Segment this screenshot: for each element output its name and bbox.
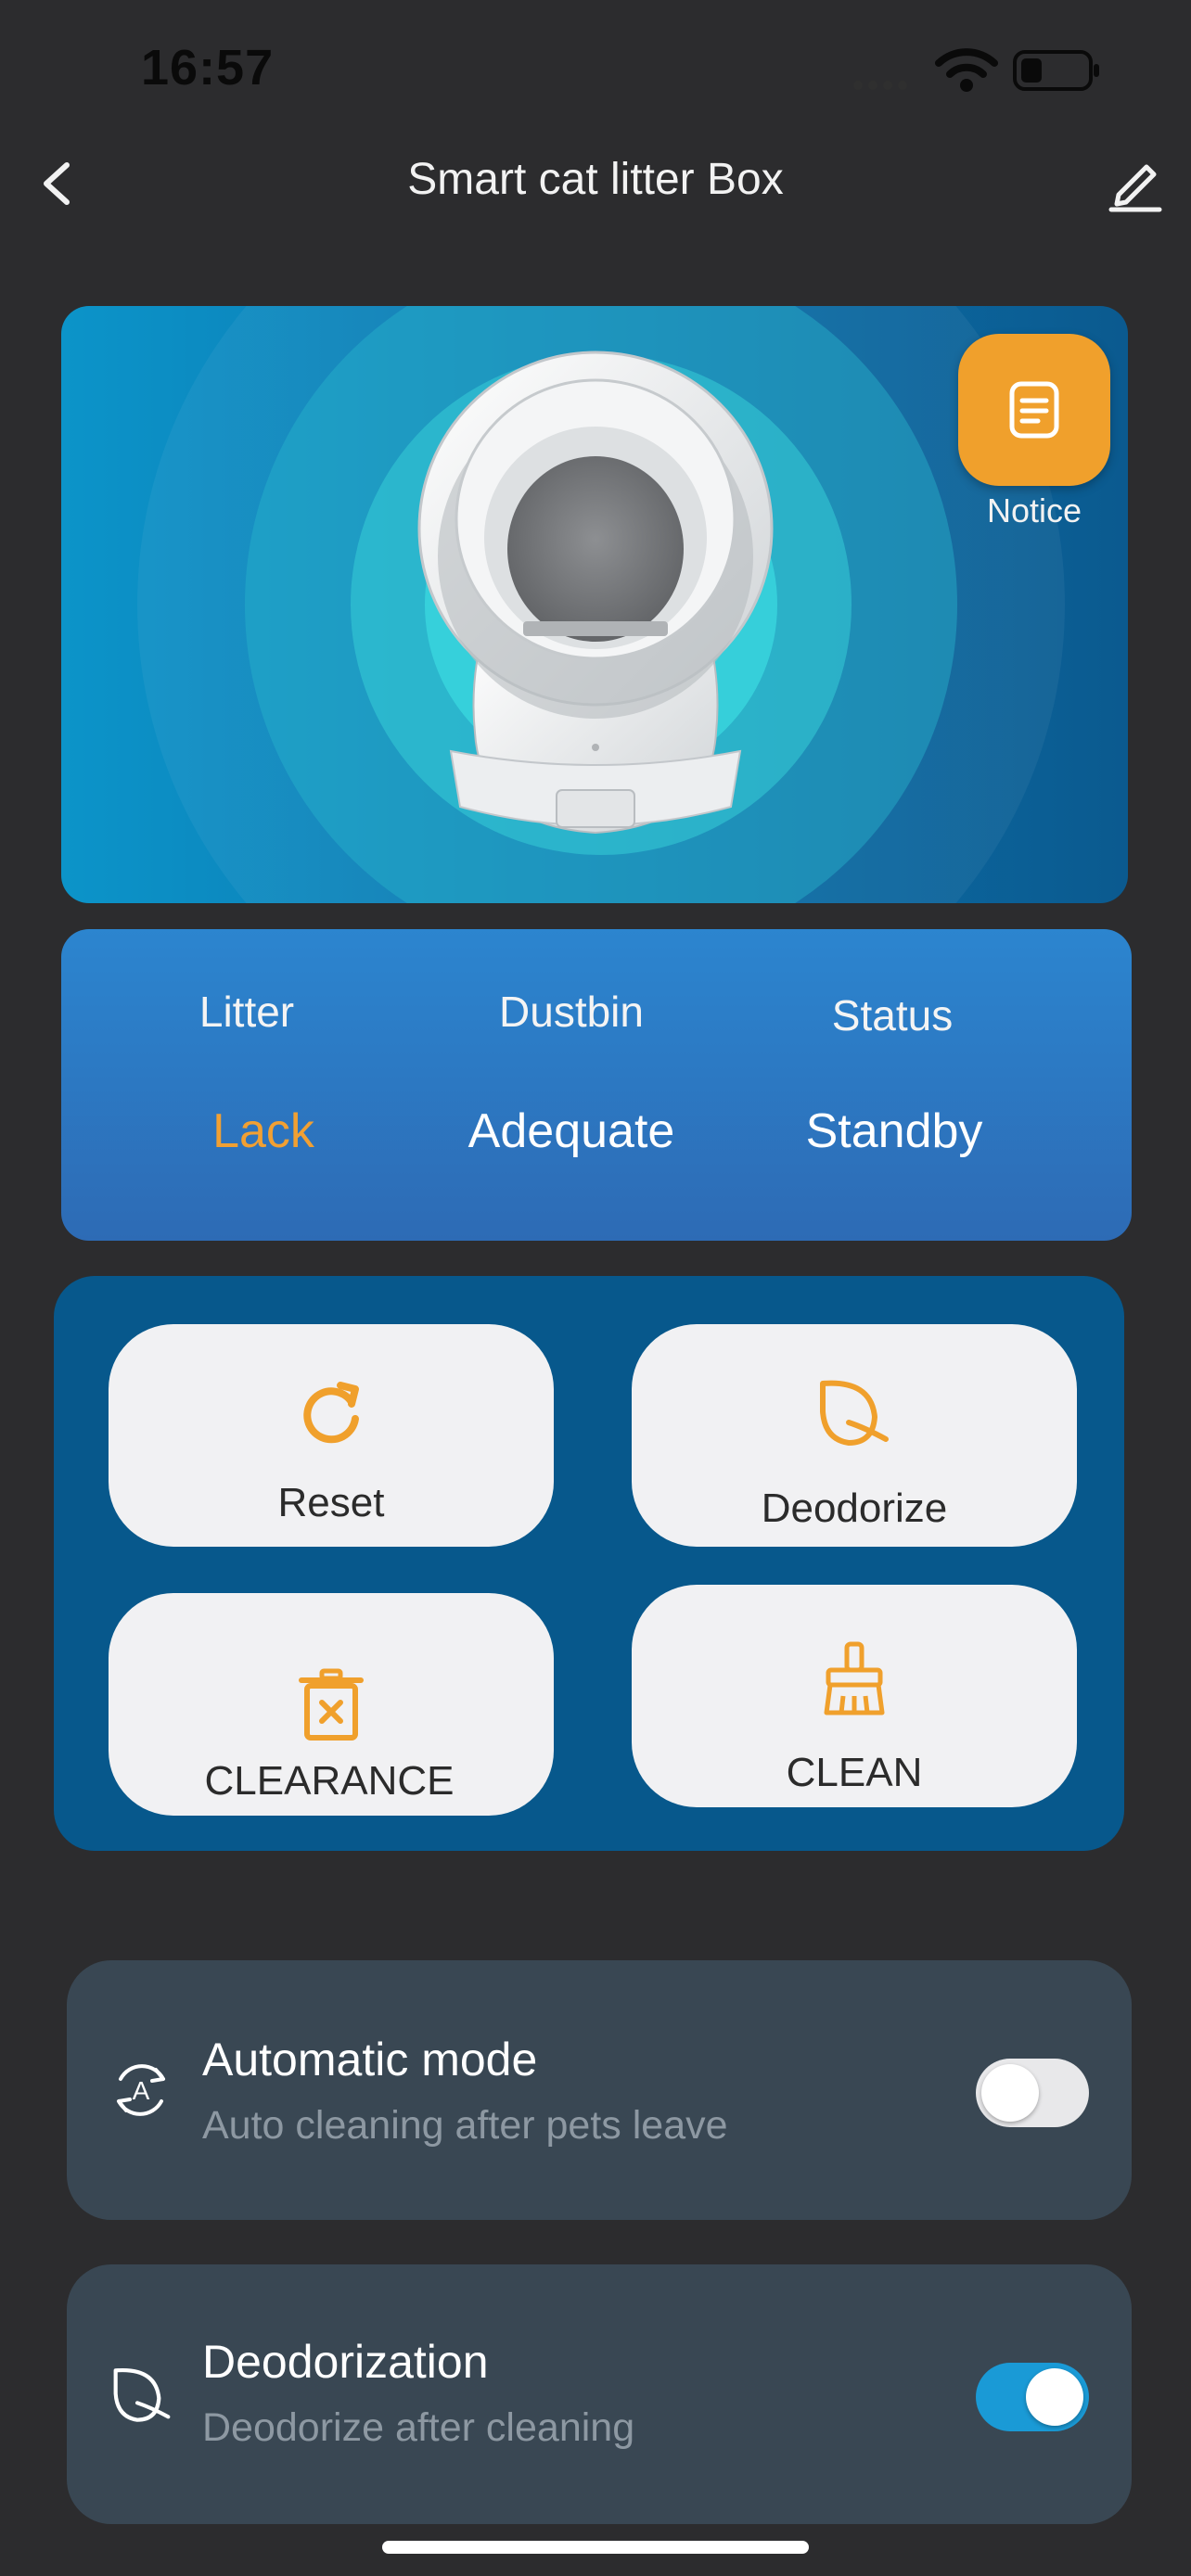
refresh-icon bbox=[303, 1382, 359, 1444]
deodorization-toggle[interactable] bbox=[976, 2363, 1089, 2431]
litter-box-device-image bbox=[417, 351, 774, 835]
clearance-label: CLEARANCE bbox=[204, 1758, 455, 1804]
clean-button[interactable]: CLEAN bbox=[632, 1585, 1077, 1807]
deodorize-label: Deodorize bbox=[761, 1486, 948, 1531]
automatic-mode-row: A Automatic mode Auto cleaning after pet… bbox=[67, 1960, 1132, 2220]
notice-label: Notice bbox=[986, 491, 1082, 529]
edit-button[interactable] bbox=[1106, 154, 1165, 218]
deodorization-subtitle: Deodorize after cleaning bbox=[202, 2405, 635, 2450]
leaf-icon bbox=[820, 1380, 889, 1446]
signal-dots-icon bbox=[853, 78, 913, 95]
wifi-icon bbox=[935, 46, 998, 97]
automatic-mode-subtitle: Auto cleaning after pets leave bbox=[202, 2103, 728, 2148]
status-label: Status bbox=[831, 991, 954, 1039]
notice-button[interactable] bbox=[958, 334, 1110, 486]
deodorization-row: Deodorization Deodorize after cleaning bbox=[67, 2264, 1132, 2524]
auto-mode-icon: A bbox=[117, 2064, 165, 2116]
dustbin-value: Adequate bbox=[467, 1104, 675, 1158]
automatic-mode-toggle[interactable] bbox=[976, 2059, 1089, 2127]
brush-icon bbox=[824, 1641, 885, 1715]
status-panel bbox=[61, 929, 1132, 1241]
dustbin-label: Dustbin bbox=[499, 988, 644, 1036]
pencil-icon bbox=[1108, 164, 1162, 212]
toggle-knob bbox=[1026, 2368, 1083, 2426]
document-icon bbox=[1009, 381, 1059, 439]
reset-button[interactable]: Reset bbox=[109, 1324, 554, 1547]
clearance-button[interactable]: CLEARANCE bbox=[109, 1593, 554, 1816]
leaf-icon bbox=[113, 2367, 171, 2422]
deodorize-button[interactable]: Deodorize bbox=[632, 1324, 1077, 1547]
toggle-knob bbox=[981, 2064, 1039, 2122]
clean-label: CLEAN bbox=[786, 1750, 923, 1795]
litter-value: Lack bbox=[212, 1104, 314, 1158]
home-indicator[interactable] bbox=[382, 2541, 809, 2554]
automatic-mode-title: Automatic mode bbox=[202, 2034, 538, 2085]
status-value: Standby bbox=[805, 1104, 983, 1158]
litter-label: Litter bbox=[198, 988, 295, 1036]
page-title: Smart cat litter Box bbox=[407, 155, 784, 204]
reset-label: Reset bbox=[277, 1480, 385, 1525]
status-time: 16:57 bbox=[141, 40, 275, 96]
deodorization-title: Deodorization bbox=[202, 2336, 489, 2388]
svg-text:A: A bbox=[133, 2076, 150, 2105]
battery-icon bbox=[1013, 50, 1102, 96]
trash-x-icon bbox=[299, 1668, 364, 1741]
